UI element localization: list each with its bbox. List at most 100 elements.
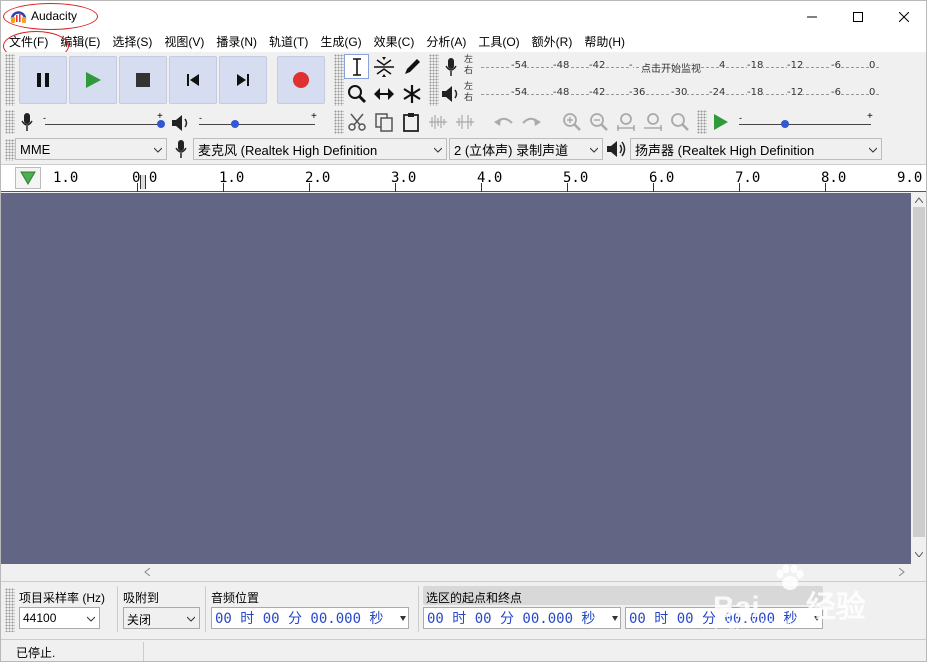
pause-button[interactable] xyxy=(19,56,67,104)
menu-select[interactable]: 选择(S) xyxy=(106,32,158,52)
selection-tool-button[interactable] xyxy=(344,54,369,79)
recording-device-select[interactable]: 麦克风 (Realtek High Definition xyxy=(193,138,447,160)
time-shift-tool-button[interactable] xyxy=(371,81,396,106)
menu-view[interactable]: 视图(V) xyxy=(158,32,210,52)
timeline-ruler[interactable]: 1.0 0.0 1.0 2.0 3.0 4.0 5.0 6.0 7.0 8.0 … xyxy=(1,164,926,192)
speed-slider-thumb[interactable] xyxy=(781,120,789,128)
selection-toolbar-grip[interactable] xyxy=(5,588,15,632)
vertical-scrollbar[interactable] xyxy=(911,193,926,564)
zoom-in-button[interactable] xyxy=(559,109,584,134)
play-at-speed-toolbar-grip[interactable] xyxy=(697,110,707,134)
zoom-tool-button[interactable] xyxy=(344,81,369,106)
play-meter-tick: -48 xyxy=(553,87,570,98)
audio-position-control[interactable]: 00 时 00 分 00.000 秒 xyxy=(211,607,409,629)
chevron-down-icon xyxy=(590,147,598,153)
paste-button[interactable] xyxy=(398,109,423,134)
recording-slider-thumb[interactable] xyxy=(157,120,165,128)
maximize-button[interactable] xyxy=(835,1,881,32)
record-meter-button[interactable] xyxy=(438,54,463,79)
audio-host-select[interactable]: MME xyxy=(15,138,167,160)
play-icon xyxy=(86,72,101,88)
caret-down-icon[interactable] xyxy=(612,616,618,621)
record-channel-right: 右 xyxy=(464,65,474,75)
scroll-up-icon[interactable] xyxy=(915,197,923,203)
recording-volume-icon xyxy=(21,113,33,131)
draw-tool-button[interactable] xyxy=(399,54,424,79)
menu-effect[interactable]: 效果(C) xyxy=(368,32,421,52)
i-beam-icon xyxy=(352,57,361,76)
recording-volume-slider[interactable]: - + xyxy=(41,111,167,133)
minimize-button[interactable] xyxy=(789,1,835,32)
vertical-scroll-thumb[interactable] xyxy=(913,207,925,537)
playback-device-select[interactable]: 扬声器 (Realtek High Definition xyxy=(630,138,882,160)
mixer-toolbar-grip[interactable] xyxy=(5,110,15,134)
maximize-icon xyxy=(853,11,863,22)
redo-button[interactable] xyxy=(518,109,543,134)
skip-to-end-button[interactable] xyxy=(219,56,267,104)
slider-min-marker: - xyxy=(199,113,202,123)
record-meter-tick: -12 xyxy=(787,60,804,71)
fit-project-button[interactable] xyxy=(640,109,665,134)
skip-to-start-button[interactable] xyxy=(169,56,217,104)
tools-toolbar-grip[interactable] xyxy=(334,54,344,106)
scroll-down-icon[interactable] xyxy=(915,551,923,557)
record-meter-tick: 4 xyxy=(719,60,726,71)
play-button[interactable] xyxy=(69,56,117,104)
envelope-icon xyxy=(373,56,394,77)
record-meter[interactable]: -54 -48 -42 - 点击开始监视 4 -18 -12 -6 0 xyxy=(481,54,879,79)
fit-selection-button[interactable] xyxy=(613,109,638,134)
playback-volume-icon xyxy=(172,115,188,131)
trim-button[interactable] xyxy=(425,109,450,134)
record-button[interactable] xyxy=(277,56,325,104)
scroll-left-icon[interactable] xyxy=(144,568,150,576)
close-button[interactable] xyxy=(881,1,926,32)
recording-slider-track xyxy=(45,124,161,125)
silence-button[interactable] xyxy=(452,109,477,134)
project-rate-select[interactable]: 44100 xyxy=(19,607,100,629)
snap-to-select[interactable]: 关闭 xyxy=(123,607,200,629)
transport-toolbar-grip[interactable] xyxy=(5,54,15,106)
envelope-tool-button[interactable] xyxy=(371,54,396,79)
play-head-toggle[interactable] xyxy=(15,167,41,189)
watermark-url: jingyan.baidu.com xyxy=(715,616,821,630)
menu-tracks[interactable]: 轨道(T) xyxy=(263,32,314,52)
caret-down-icon[interactable] xyxy=(400,616,406,621)
record-meter-tick: -42 xyxy=(589,60,606,71)
track-panel[interactable] xyxy=(1,193,911,564)
play-at-speed-button[interactable] xyxy=(707,109,732,134)
undo-icon xyxy=(493,117,513,126)
undo-button[interactable] xyxy=(491,109,516,134)
playback-slider-thumb[interactable] xyxy=(231,120,239,128)
double-arrow-icon xyxy=(373,87,394,100)
multi-tool-button[interactable] xyxy=(399,81,424,106)
play-meter[interactable]: -54 -48 -42 -36 -30 -24 -18 -12 -6 0 xyxy=(481,81,879,106)
playback-volume-slider[interactable]: - + xyxy=(195,111,321,133)
project-rate-value: 44100 xyxy=(23,611,57,625)
menu-help[interactable]: 帮助(H) xyxy=(578,32,631,52)
speaker-icon xyxy=(607,141,626,157)
zoom-toggle-button[interactable] xyxy=(667,109,692,134)
menu-analyze[interactable]: 分析(A) xyxy=(420,32,472,52)
menu-extra[interactable]: 额外(R) xyxy=(526,32,579,52)
record-channel-left: 左 xyxy=(464,54,474,64)
play-triangle-icon xyxy=(20,171,36,185)
record-meter-tick: -54 xyxy=(511,60,528,71)
slider-max-marker: + xyxy=(311,111,317,122)
cut-button[interactable] xyxy=(344,109,369,134)
device-toolbar-grip[interactable] xyxy=(5,139,15,161)
play-meter-button[interactable] xyxy=(438,81,463,106)
play-speed-slider[interactable]: - + xyxy=(735,111,877,133)
menu-transport[interactable]: 播录(N) xyxy=(210,32,263,52)
selection-start-control[interactable]: 00 时 00 分 00.000 秒 xyxy=(423,607,621,629)
minimize-icon xyxy=(807,16,817,17)
stop-button[interactable] xyxy=(119,56,167,104)
menu-generate[interactable]: 生成(G) xyxy=(314,32,367,52)
clipboard-icon xyxy=(402,112,419,132)
zoom-out-button[interactable] xyxy=(586,109,611,134)
audacity-window: Audacity 文件(F) 编辑(E) 选择(S) 视图(V) 播录(N) 轨… xyxy=(0,0,927,662)
recording-channels-select[interactable]: 2 (立体声) 录制声道 xyxy=(449,138,603,160)
menu-tools[interactable]: 工具(O) xyxy=(472,32,525,52)
ruler-tick xyxy=(481,183,482,192)
copy-button[interactable] xyxy=(371,109,396,134)
edit-toolbar-grip[interactable] xyxy=(334,110,344,134)
